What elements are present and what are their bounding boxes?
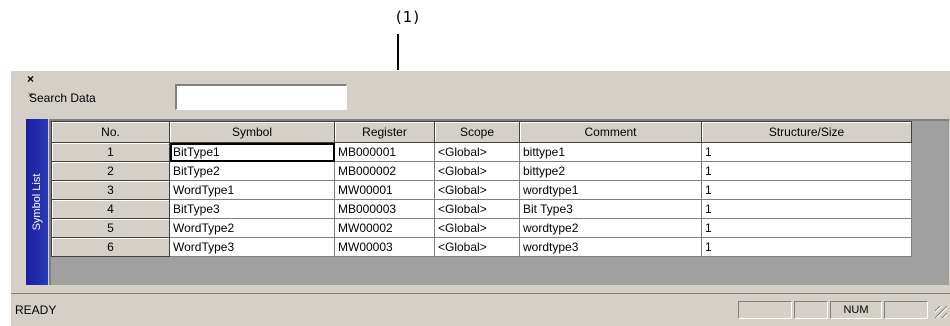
row-number[interactable]: 5 [51, 218, 170, 238]
row-number[interactable]: 2 [51, 161, 170, 181]
table-row[interactable]: 2 BitType2 MB000002 <Global> bittype2 1 [51, 161, 912, 181]
table-row[interactable]: 3 WordType1 MW00001 <Global> wordtype1 1 [51, 180, 912, 200]
cell-structure-size[interactable]: 1 [701, 237, 912, 257]
table-row[interactable]: 4 BitType3 MB000003 <Global> Bit Type3 1 [51, 199, 912, 219]
tab-symbol-list-label: Symbol List [31, 173, 43, 231]
cell-comment[interactable]: wordtype2 [519, 218, 702, 238]
resize-grip-icon[interactable] [935, 306, 947, 318]
symbol-list-window: × » Search Data Symbol List No. Symbol R… [10, 70, 950, 326]
status-text: READY [15, 303, 57, 317]
cell-register[interactable]: MW00002 [334, 218, 435, 238]
column-header-comment[interactable]: Comment [519, 121, 702, 143]
table-row[interactable]: 5 WordType2 MW00002 <Global> wordtype2 1 [51, 218, 912, 238]
cell-structure-size[interactable]: 1 [701, 218, 912, 238]
cell-symbol[interactable]: WordType3 [169, 237, 335, 257]
status-bar: READY NUM [11, 293, 950, 326]
cell-structure-size[interactable]: 1 [701, 161, 912, 181]
close-icon[interactable]: × [27, 73, 34, 85]
cell-scope[interactable]: <Global> [434, 161, 520, 181]
status-panel-num: NUM [830, 301, 882, 319]
table-row[interactable]: 6 WordType3 MW00003 <Global> wordtype3 1 [51, 237, 912, 257]
cell-comment[interactable]: bittype2 [519, 161, 702, 181]
status-panel [738, 301, 792, 319]
cell-register[interactable]: MB000003 [334, 199, 435, 219]
row-number[interactable]: 4 [51, 199, 170, 219]
cell-structure-size[interactable]: 1 [701, 142, 912, 162]
search-label: Search Data [29, 91, 96, 105]
column-header-register[interactable]: Register [334, 121, 435, 143]
column-header-structure-size[interactable]: Structure/Size [701, 121, 912, 143]
row-number[interactable]: 1 [51, 142, 170, 162]
cell-symbol[interactable]: BitType3 [169, 199, 335, 219]
cell-scope[interactable]: <Global> [434, 199, 520, 219]
cell-comment[interactable]: Bit Type3 [519, 199, 702, 219]
cell-register[interactable]: MB000002 [334, 161, 435, 181]
column-header-symbol[interactable]: Symbol [169, 121, 335, 143]
symbol-table: No. Symbol Register Scope Comment Struct… [51, 121, 912, 257]
callout-label: (1) [395, 8, 421, 26]
cell-structure-size[interactable]: 1 [701, 180, 912, 200]
search-input[interactable] [175, 84, 347, 110]
cell-comment[interactable]: wordtype3 [519, 237, 702, 257]
row-number[interactable]: 3 [51, 180, 170, 200]
status-panel [884, 301, 928, 319]
cell-symbol[interactable]: WordType2 [169, 218, 335, 238]
cell-symbol[interactable]: BitType1 [169, 142, 335, 162]
status-panel [794, 301, 828, 319]
symbol-grid-area[interactable]: No. Symbol Register Scope Comment Struct… [49, 119, 949, 285]
cell-scope[interactable]: <Global> [434, 180, 520, 200]
row-number[interactable]: 6 [51, 237, 170, 257]
cell-register[interactable]: MB000001 [334, 142, 435, 162]
cell-scope[interactable]: <Global> [434, 218, 520, 238]
column-header-scope[interactable]: Scope [434, 121, 520, 143]
cell-symbol[interactable]: WordType1 [169, 180, 335, 200]
cell-comment[interactable]: bittype1 [519, 142, 702, 162]
tab-symbol-list[interactable]: Symbol List [26, 119, 48, 285]
cell-scope[interactable]: <Global> [434, 237, 520, 257]
cell-structure-size[interactable]: 1 [701, 199, 912, 219]
cell-register[interactable]: MW00003 [334, 237, 435, 257]
cell-symbol[interactable]: BitType2 [169, 161, 335, 181]
cell-comment[interactable]: wordtype1 [519, 180, 702, 200]
column-header-no[interactable]: No. [51, 121, 170, 143]
table-row[interactable]: 1 BitType1 MB000001 <Global> bittype1 1 [51, 142, 912, 162]
cell-scope[interactable]: <Global> [434, 142, 520, 162]
cell-register[interactable]: MW00001 [334, 180, 435, 200]
